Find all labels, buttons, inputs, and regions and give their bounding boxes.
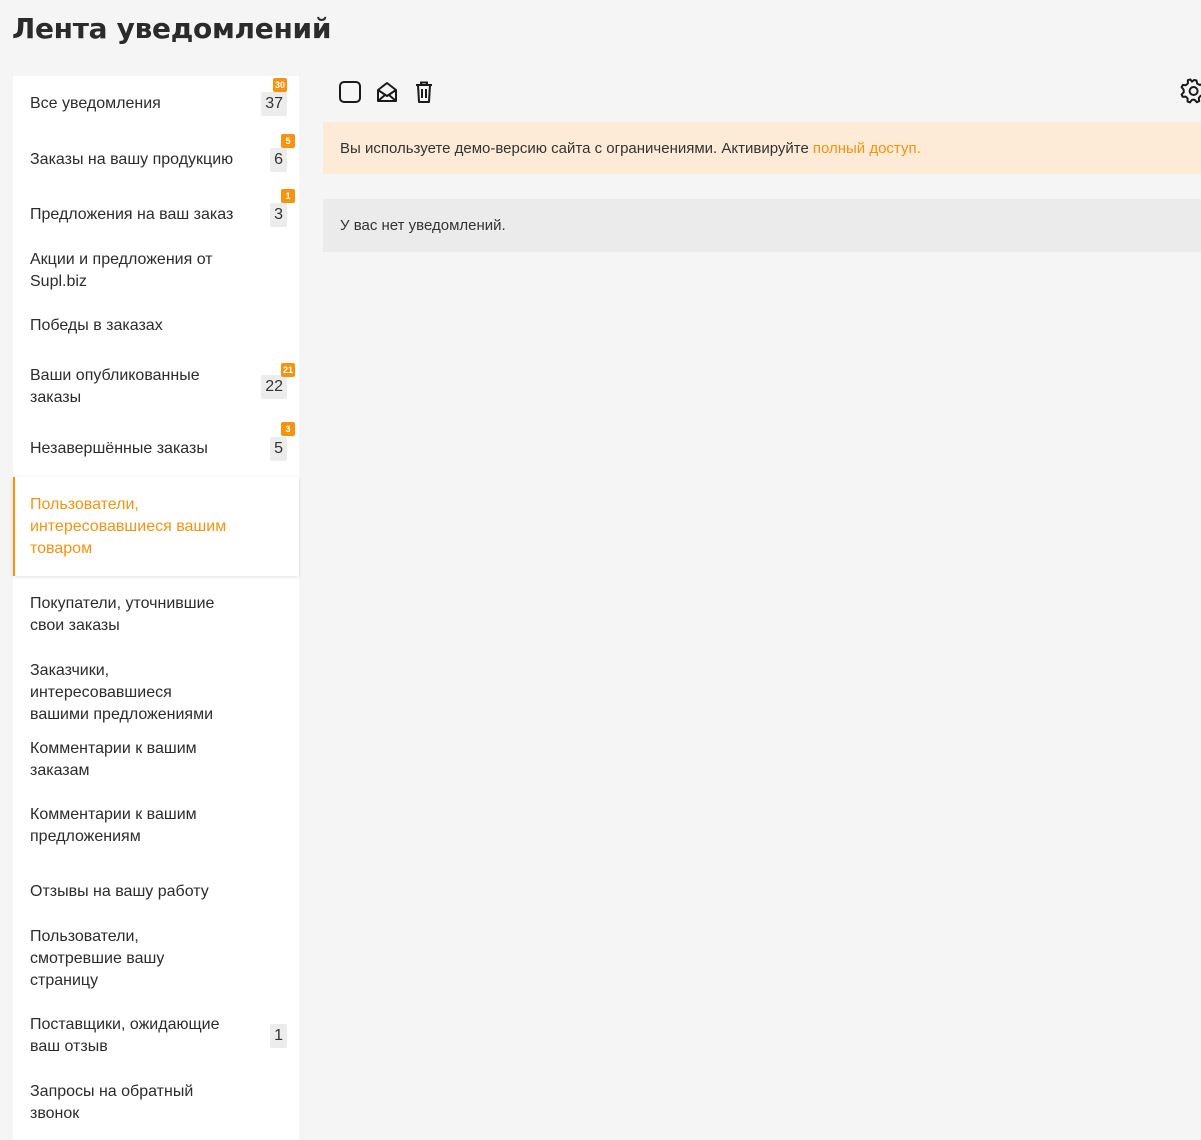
sidebar-item-label: Акции и предложения от Supl.biz [30,250,213,290]
sidebar-item-offer-comments[interactable]: Комментарии к вашим предложениям [13,787,299,864]
sidebar-item-label: Предложения на ваш заказ [30,206,234,223]
sidebar-item-label: Незавершённые заказы [30,439,208,457]
sidebar-item-orders-for-products[interactable]: Заказы на вашу продукцию 6 5 [13,132,299,187]
trash-icon[interactable] [412,80,436,104]
gear-icon[interactable] [1180,77,1201,105]
demo-version-banner: Вы используете демо-версию сайта с огран… [323,122,1201,174]
new-count-badge: 1 [281,189,295,203]
sidebar-item-label: Все уведомления [30,95,161,112]
new-count-badge: 21 [280,363,295,377]
sidebar-item-label: Комментарии к вашим заказам [30,739,197,779]
sidebar-item-label: Заказы на вашу продукцию [30,150,234,168]
select-all-checkbox-icon[interactable] [338,80,362,104]
sidebar-item-work-reviews[interactable]: Отзывы на вашу работу [13,864,299,920]
sidebar-item-callback-requests[interactable]: Запросы на обратный звонок [13,1075,299,1130]
sidebar-item-label: Пользователи, смотревшие вашу страницу [30,927,165,989]
sidebar-item-label: Отзывы на вашу работу [30,883,209,900]
new-count-badge: 5 [281,134,295,148]
new-count-badge: 3 [281,422,295,436]
sidebar-item-label: Пользователи, интересовавшиеся вашим тов… [30,495,227,557]
new-count-badge: 30 [272,78,287,92]
sidebar-item-label: Покупатели, уточнившие свои заказы [30,595,215,634]
demo-banner-text: Вы используете демо-версию сайта с огран… [340,139,809,157]
sidebar-item-label: Поставщики, ожидающие ваш отзыв [30,1016,220,1055]
sidebar-item-label: Запросы на обратный звонок [30,1082,194,1122]
sidebar-item-order-wins[interactable]: Победы в заказах [13,298,299,354]
sidebar-item-unfinished-orders[interactable]: Незавершённые заказы 5 3 [13,420,299,477]
sidebar-item-order-comments[interactable]: Комментарии к вашим заказам [13,732,299,787]
count-badge: 37 [261,92,287,116]
sidebar-item-promotions[interactable]: Акции и предложения от Supl.biz [13,243,299,298]
sidebar-item-buyers-clarified[interactable]: Покупатели, уточнившие свои заказы [13,576,299,654]
sidebar-item-label: Победы в заказах [30,317,163,334]
sidebar-item-label: Заказчики, интересовавшиеся вашими предл… [30,662,214,723]
notification-toolbar [338,80,449,104]
count-badge: 3 [270,203,287,227]
sidebar-item-offers-on-order[interactable]: Предложения на ваш заказ 3 1 [13,187,299,243]
sidebar-item-interested-users[interactable]: Пользователи, интересовавшиеся вашим тов… [13,477,299,576]
count-badge: 6 [270,147,287,172]
sidebar-item-label: Комментарии к вашим предложениям [30,805,197,845]
sidebar-item-suppliers-awaiting-review[interactable]: Поставщики, ожидающие ваш отзыв 1 [13,997,299,1075]
sidebar-item-published-orders[interactable]: Ваши опубликованные заказы 22 21 [13,354,299,420]
mark-read-envelope-icon[interactable] [375,80,399,104]
sidebar-item-page-viewers[interactable]: Пользователи, смотревшие вашу страницу [13,920,299,997]
sidebar-item-customers-interested[interactable]: Заказчики, интересовавшиеся вашими предл… [13,654,299,732]
count-badge: 5 [270,436,287,461]
empty-message-text: У вас нет уведомлений. [340,217,506,234]
notification-category-sidebar: Все уведомления 37 30 Заказы на вашу про… [13,76,299,1140]
sidebar-item-label: Ваши опубликованные заказы [30,367,200,406]
empty-notifications-message: У вас нет уведомлений. [323,199,1201,252]
count-badge: 1 [270,1024,287,1048]
sidebar-item-all-notifications[interactable]: Все уведомления 37 30 [13,76,299,132]
full-access-link[interactable]: полный доступ. [813,140,921,157]
count-badge: 22 [261,375,287,399]
page-title: Лента уведомлений [12,12,332,45]
